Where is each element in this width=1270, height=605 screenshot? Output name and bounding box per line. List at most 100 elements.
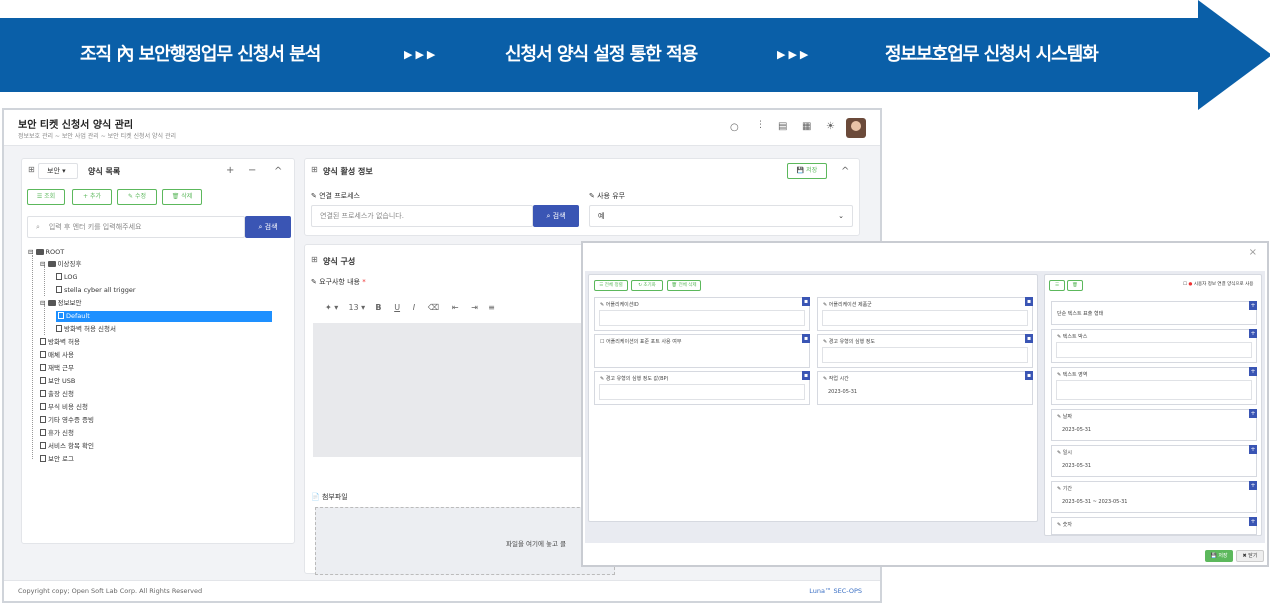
editor-toolbar: ✦ ▾ 13 ▾ B U I ⌫ ⇤ ⇥ ≡ xyxy=(325,303,495,312)
grid-icon: ⊞ xyxy=(311,255,318,264)
palette-item[interactable]: 단순 텍스트 표출 형태 + xyxy=(1051,301,1257,325)
form-list-title: 양식 목록 xyxy=(88,167,121,176)
form-field[interactable]: ✎ 경고 유형의 심행 정도 ▪ xyxy=(817,334,1033,368)
save-button[interactable]: 💾 저장 xyxy=(787,163,827,179)
underline-icon[interactable]: U xyxy=(394,303,400,312)
chevron-down-icon: ⌄ xyxy=(838,212,844,220)
tree-node-item[interactable]: 방화벽 허용 xyxy=(40,337,80,348)
modal-save-button[interactable]: 💾 저장 xyxy=(1205,550,1233,562)
modal-close-button[interactable]: ✖ 닫기 xyxy=(1236,550,1264,562)
option-checkbox[interactable]: ☐ ● 시용자 정보 연결 양식으로 사용 xyxy=(1183,281,1253,287)
search-icon[interactable]: ○ xyxy=(730,122,739,133)
form-builder-modal: × ☰ 전체 정렬 ↻ 초기화 🗑 전체 삭제 ✎ 어플리케이션ID ▪ ✎ 어플… xyxy=(581,241,1269,567)
eraser-icon[interactable]: ⌫ xyxy=(428,303,439,312)
align-icon[interactable]: ≡ xyxy=(488,303,495,312)
banner-step-2: 신청서 양식 설정 통한 적용 xyxy=(505,44,698,65)
palette-item[interactable]: ✎ 텍스트 박스 + xyxy=(1051,329,1257,363)
banner-step-3: 정보보호업무 신청서 시스템화 xyxy=(885,44,1099,65)
category-select[interactable]: 보안 ▾ xyxy=(38,163,78,179)
add-button[interactable]: + 추가 xyxy=(72,189,112,205)
tree-node-item[interactable]: 기타 영수증 증빙 xyxy=(40,415,94,426)
tree-node-item[interactable]: 서비스 항목 확인 xyxy=(40,441,94,452)
editor-area[interactable] xyxy=(313,323,613,457)
minus-icon[interactable]: − xyxy=(248,165,256,176)
activation-panel: ⊞ 양식 활성 정보 💾 저장 ^ ✎ 연결 프로세스 연결된 프로세스가 없습… xyxy=(304,158,860,236)
form-field[interactable]: ✎ 작업 시간 2023-05-31 ▪ xyxy=(817,371,1033,405)
tree-node-item[interactable]: 매체 사용 xyxy=(40,350,74,361)
breadcrumb: 정보보호 관리 ~ 보안 사업 관리 ~ 보안 티켓 신청서 양식 관리 xyxy=(18,133,176,140)
align-all-button[interactable]: ☰ 전체 정렬 xyxy=(594,280,628,291)
tree-node-item[interactable]: 부식 비용 신청 xyxy=(40,402,88,413)
modal-body: ☰ 전체 정렬 ↻ 초기화 🗑 전체 삭제 ✎ 어플리케이션ID ▪ ✎ 어플리케… xyxy=(585,271,1265,543)
banner-arrow-head xyxy=(1198,0,1270,110)
brand: Luna™ SEC-OPS xyxy=(809,587,862,595)
reset-button[interactable]: ↻ 초기화 xyxy=(631,280,663,291)
palette-item[interactable]: ✎ 날짜 2023-05-31 + xyxy=(1051,409,1257,441)
trash-button[interactable]: 🗑 xyxy=(1067,280,1083,291)
use-select[interactable]: 예 ⌄ xyxy=(589,205,853,227)
palette-item[interactable]: ✎ 일시 2023-05-31 + xyxy=(1051,445,1257,477)
italic-icon[interactable]: I xyxy=(413,303,415,312)
attachment-label: 📄 첨부파일 xyxy=(311,493,348,501)
palette-item[interactable]: ✎ 숫자 + xyxy=(1051,517,1257,535)
drop-text: 파일을 여기에 놓고 클 xyxy=(506,540,567,548)
palette-item[interactable]: ✎ 텍스트 영역 + xyxy=(1051,367,1257,405)
edit-button[interactable]: ✎ 수정 xyxy=(117,189,157,205)
process-search-button[interactable]: ⌕ 검색 xyxy=(533,205,579,227)
outdent-icon[interactable]: ⇤ xyxy=(452,303,459,312)
hierarchy-icon: ⊞ xyxy=(28,165,35,174)
use-label: ✎ 사용 유무 xyxy=(589,192,626,200)
collapse-icon[interactable]: ^ xyxy=(841,166,849,177)
indent-icon[interactable]: ⇥ xyxy=(471,303,478,312)
avatar[interactable] xyxy=(846,118,866,138)
form-field[interactable]: ✎ 어플리케이션ID ▪ xyxy=(594,297,810,331)
footer: Copyright copy; Open Soft Lab Corp. All … xyxy=(4,580,880,601)
tree-node-item[interactable]: 보안 로그 xyxy=(40,454,74,465)
tree-node-item[interactable]: stella cyber all trigger xyxy=(56,285,136,296)
form-list-panel: ⊞ 보안 ▾ 양식 목록 + − ^ ☰ 조회 + 추가 ✎ 수정 🗑 삭제 ⌕… xyxy=(21,158,295,544)
form-search-input[interactable]: ⌕ 입력 후 엔터 키를 입력해주세요 xyxy=(27,216,245,238)
form-field[interactable]: ✎ 어플리케이션 제품군 ▪ xyxy=(817,297,1033,331)
process-label: ✎ 연결 프로세스 xyxy=(311,192,360,200)
tree-node-item[interactable]: 재택 근무 xyxy=(40,363,74,374)
form-tree: ⊟ ROOT ⊟ 이상징후 LOG stella cyber all trigg… xyxy=(28,247,288,467)
tree-node-item[interactable]: 휴가 신청 xyxy=(40,428,74,439)
message-icon[interactable]: ▤ xyxy=(778,121,787,132)
network-icon[interactable]: ⋮ xyxy=(756,120,765,130)
form-field[interactable]: ✎ 경고 유형의 심행 정도 값(BP) ▪ xyxy=(594,371,810,405)
tree-node-item[interactable]: 방화벽 허용 신청서 xyxy=(56,324,116,335)
file-drop-zone[interactable]: 파일을 여기에 놓고 클 xyxy=(315,507,615,575)
process-input[interactable]: 연결된 프로세스가 없습니다. xyxy=(311,205,533,227)
form-search-button[interactable]: ⌕ 검색 xyxy=(245,216,291,238)
tree-node-item[interactable]: LOG xyxy=(56,272,78,283)
tree-node-item[interactable]: 보안 USB xyxy=(40,376,75,387)
sun-icon[interactable]: ☀ xyxy=(826,121,835,132)
close-icon[interactable]: × xyxy=(1249,247,1257,258)
tree-node-root[interactable]: ⊟ ROOT xyxy=(28,247,64,258)
tree-node-selected[interactable]: Default xyxy=(56,311,272,322)
delete-button[interactable]: 🗑 삭제 xyxy=(162,189,202,205)
page-title: 보안 티켓 신청서 양식 관리 xyxy=(18,120,134,131)
layout-canvas: ☰ 전체 정렬 ↻ 초기화 🗑 전체 삭제 ✎ 어플리케이션ID ▪ ✎ 어플리케… xyxy=(588,274,1038,522)
banner-step-1: 조직 內 보안행정업무 신청서 분석 xyxy=(80,44,321,65)
collapse-icon[interactable]: ^ xyxy=(274,166,282,177)
tree-node-item[interactable]: 출장 신청 xyxy=(40,389,74,400)
delete-all-button[interactable]: 🗑 전체 삭제 xyxy=(667,280,701,291)
list-view-button[interactable]: ☰ xyxy=(1049,280,1065,291)
plus-icon[interactable]: + xyxy=(226,165,234,176)
grid-icon: ⊞ xyxy=(311,165,318,174)
copyright: Copyright copy; Open Soft Lab Corp. All … xyxy=(18,587,203,595)
grid-icon[interactable]: ▦ xyxy=(802,121,811,132)
tree-node-group[interactable]: ⊟ 정보보안 xyxy=(40,298,81,309)
field-palette: ☰ 🗑 ☐ ● 시용자 정보 연결 양식으로 사용 단순 텍스트 표출 형태 + … xyxy=(1044,274,1262,536)
bold-icon[interactable]: B xyxy=(375,303,381,312)
banner-chevron-2: ▶▶▶ xyxy=(777,48,812,61)
magic-icon[interactable]: ✦ ▾ xyxy=(325,303,338,312)
form-field[interactable]: ☐ 어플리케이션의 표준 포트 사용 여부 ▪ xyxy=(594,334,810,368)
tree-node-group[interactable]: ⊟ 이상징후 xyxy=(40,259,81,270)
banner-chevron-1: ▶▶▶ xyxy=(404,48,439,61)
font-size-select[interactable]: 13 xyxy=(348,303,358,312)
view-button[interactable]: ☰ 조회 xyxy=(27,189,65,205)
activation-title: 양식 활성 정보 xyxy=(323,167,373,176)
palette-item[interactable]: ✎ 기간 2023-05-31 ~ 2023-05-31 + xyxy=(1051,481,1257,513)
